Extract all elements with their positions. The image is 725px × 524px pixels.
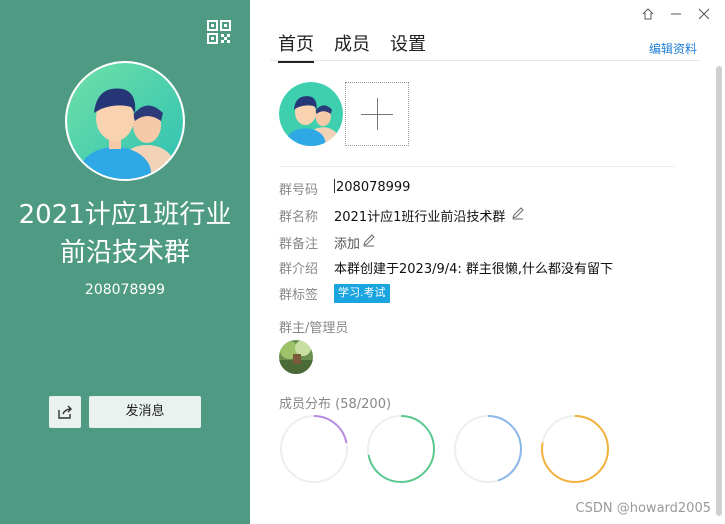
close-icon[interactable] [697, 8, 711, 24]
group-avatar[interactable] [65, 61, 185, 181]
intro-value: 本群创建于2023/9/4: 群主很懒,什么都没有留下 [334, 262, 614, 277]
tab-divider [270, 60, 700, 61]
tab-bar: 首页 成员 设置 [278, 30, 426, 63]
tab-members[interactable]: 成员 [334, 30, 370, 63]
members-title: 成员分布 [279, 397, 332, 412]
distribution-ring-1[interactable] [279, 414, 349, 484]
text-cursor [334, 179, 335, 193]
owner-avatar[interactable] [279, 340, 313, 374]
intro-label: 群介绍 [279, 262, 319, 277]
pin-icon[interactable] [641, 8, 655, 24]
edit-name-icon[interactable] [511, 206, 525, 220]
members-count: (58/200) [335, 397, 392, 412]
tag-label: 群标签 [279, 288, 319, 303]
info-row-intro: 群介绍 本群创建于2023/9/4: 群主很懒,什么都没有留下 [279, 258, 613, 277]
distribution-ring-2[interactable] [366, 414, 436, 484]
members-distribution-title: 成员分布 (58/200) [279, 393, 391, 412]
add-note-link[interactable]: 添加 [334, 233, 360, 252]
info-row-note: 群备注 添加 [279, 233, 376, 252]
window-controls [641, 8, 711, 24]
tab-home[interactable]: 首页 [278, 30, 314, 63]
group-avatar-thumbnail[interactable] [279, 82, 343, 146]
qr-code-icon[interactable] [207, 20, 231, 44]
add-avatar-button[interactable] [345, 82, 409, 146]
send-message-button[interactable]: 发消息 [89, 396, 201, 428]
tag-badge[interactable]: 学习.考试 [334, 284, 390, 303]
info-row-id: 群号码 208078999 [279, 179, 410, 198]
edit-profile-link[interactable]: 编辑资料 [649, 40, 697, 57]
admins-title: 群主/管理员 [279, 321, 349, 336]
name-value: 2021计应1班行业前沿技术群 [334, 210, 506, 225]
distribution-ring-3[interactable] [453, 414, 523, 484]
info-row-tag: 群标签 学习.考试 [279, 284, 390, 303]
id-value-wrap[interactable]: 208078999 [334, 179, 410, 198]
info-row-name: 群名称 2021计应1班行业前沿技术群 [279, 206, 525, 225]
minimize-icon[interactable] [669, 8, 683, 24]
tab-settings[interactable]: 设置 [390, 30, 426, 63]
distribution-ring-4[interactable] [540, 414, 610, 484]
id-value: 208078999 [336, 180, 411, 195]
id-label: 群号码 [279, 183, 319, 198]
share-button[interactable] [49, 396, 81, 428]
group-id: 208078999 [84, 282, 166, 298]
share-icon [58, 405, 72, 419]
name-label: 群名称 [279, 210, 319, 225]
group-name: 2021计应1班行业前沿技术群 [18, 200, 232, 268]
scrollbar[interactable] [716, 66, 722, 516]
edit-note-icon[interactable] [362, 233, 376, 247]
note-label: 群备注 [279, 237, 319, 252]
watermark: CSDN @howard2005 [575, 501, 711, 516]
section-divider [279, 166, 675, 167]
group-profile-panel: 2021计应1班行业前沿技术群 208078999 发消息 [0, 0, 250, 524]
